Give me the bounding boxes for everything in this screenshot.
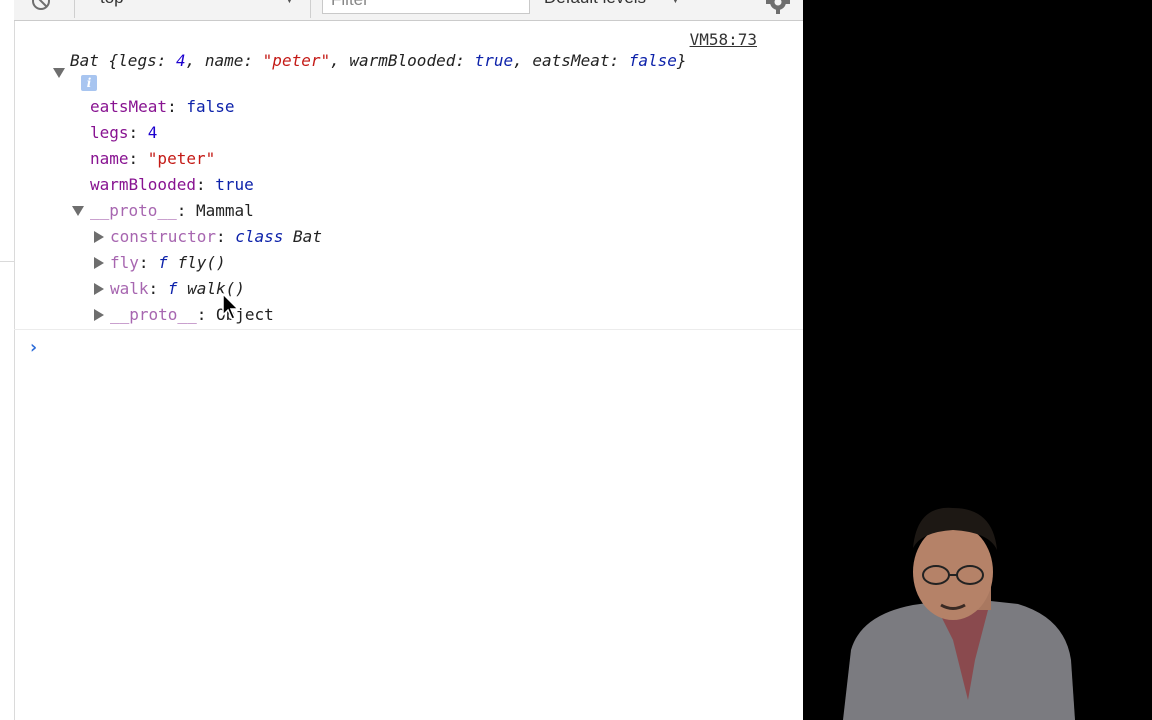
- summary-open-brace: {: [98, 51, 119, 70]
- filter-placeholder: Filter: [331, 0, 369, 9]
- webcam-overlay: [803, 0, 1152, 720]
- toolbar-separator: [74, 0, 75, 18]
- collapse-triangle-icon[interactable]: [94, 283, 104, 295]
- proto-key: __proto__: [90, 201, 177, 220]
- property-row: legs: 4: [90, 123, 158, 142]
- property-row: name: "peter": [90, 149, 216, 168]
- collapse-triangle-icon[interactable]: [94, 309, 104, 321]
- proto-value: Mammal: [195, 201, 254, 220]
- collapse-triangle-icon[interactable]: [94, 257, 104, 269]
- expand-triangle-icon[interactable]: [53, 68, 65, 78]
- info-icon[interactable]: i: [81, 75, 97, 91]
- clear-console-icon[interactable]: [30, 0, 52, 12]
- log-levels-dropdown[interactable]: Default levels: [544, 0, 646, 8]
- proto-child-key: __proto__: [110, 305, 197, 324]
- property-value: true: [215, 175, 254, 194]
- mouse-cursor-icon: [222, 293, 240, 320]
- proto-child-row[interactable]: __proto__: Object: [110, 305, 274, 325]
- presenter-video: [803, 0, 1152, 720]
- summary-warm-value: true: [474, 51, 514, 70]
- proto-child-key: walk: [110, 279, 149, 298]
- property-value: 4: [147, 123, 158, 142]
- console-divider: [14, 329, 803, 330]
- summary-eats-key: eatsMeat: [532, 51, 610, 70]
- proto-child-keyword: class: [235, 227, 284, 246]
- proto-child-row[interactable]: fly: f fly(): [110, 253, 226, 273]
- summary-name-key: name: [204, 51, 244, 70]
- summary-legs-key: legs: [118, 51, 157, 70]
- gear-icon[interactable]: [764, 0, 792, 16]
- object-summary[interactable]: Bat {legs: 4, name: "peter", warmBlooded…: [70, 51, 687, 71]
- devtools-panel: top ▼ Filter Default levels ▼ VM58:73 Ba…: [0, 0, 803, 720]
- proto-child-row[interactable]: constructor: class Bat: [110, 227, 322, 247]
- filter-input[interactable]: Filter: [322, 0, 530, 14]
- property-row: warmBlooded: true: [90, 175, 254, 194]
- context-selector[interactable]: top: [100, 0, 124, 8]
- property-row: eatsMeat: false: [90, 97, 235, 116]
- collapse-triangle-icon[interactable]: [94, 231, 104, 243]
- console-input[interactable]: [54, 333, 793, 359]
- summary-close-brace: }: [676, 51, 687, 70]
- summary-name-value: "peter": [262, 51, 331, 70]
- toolbar-separator: [310, 0, 311, 18]
- property-key: name: [90, 149, 129, 168]
- summary-class: Bat: [70, 51, 99, 70]
- chevron-down-icon[interactable]: ▼: [284, 0, 295, 6]
- proto-child-key: fly: [110, 253, 139, 272]
- proto-child-value: fly(): [177, 253, 226, 272]
- property-value: "peter": [147, 149, 216, 168]
- expand-triangle-icon[interactable]: [72, 206, 84, 216]
- property-value: false: [186, 97, 235, 116]
- summary-legs-value: 4: [175, 51, 186, 70]
- source-link[interactable]: VM58:73: [690, 30, 757, 49]
- proto-child-keyword: f: [158, 253, 168, 272]
- console-toolbar: top ▼ Filter Default levels ▼: [14, 0, 803, 21]
- summary-warm-key: warmBlooded: [349, 51, 456, 70]
- property-key: eatsMeat: [90, 97, 168, 116]
- chevron-down-icon[interactable]: ▼: [670, 0, 681, 6]
- proto-row[interactable]: __proto__: Mammal: [90, 201, 254, 221]
- property-key: warmBlooded: [90, 175, 196, 194]
- proto-child-key: constructor: [110, 227, 216, 246]
- chevron-right-icon[interactable]: ›: [28, 337, 39, 358]
- console-output: VM58:73 Bat {legs: 4, name: "peter", war…: [14, 21, 803, 720]
- summary-eats-value: false: [628, 51, 677, 70]
- proto-child-keyword: f: [167, 279, 178, 298]
- left-gutter: [0, 0, 15, 720]
- proto-child-value: Bat: [293, 227, 322, 246]
- property-key: legs: [90, 123, 129, 142]
